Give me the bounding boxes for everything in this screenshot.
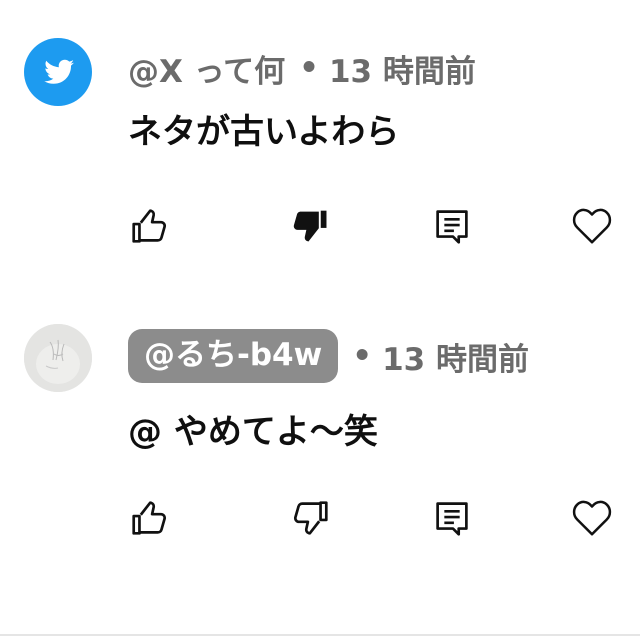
comment-thread: @X って何 • 13 時間前 ネタが古いよわら @るち-b4w • 13 時間… [0,0,640,640]
avatar[interactable] [24,324,92,392]
heart-outline-icon [572,500,612,536]
thumbs-down-filled-icon [293,210,327,242]
reply-button[interactable] [424,198,480,254]
divider [0,634,640,636]
comment-text: @ やめてよ〜笑 [128,412,378,452]
thumbs-down-outline-icon [293,501,328,535]
comment-author-handle[interactable]: @るち-b4w [128,329,339,383]
heart-outline-icon [572,208,612,244]
comment-timestamp[interactable]: 13 時間前 [329,46,476,91]
comment-author-handle[interactable]: @X って何 [128,46,285,91]
meta-separator: • [299,50,319,86]
heart-button[interactable] [564,490,620,546]
comment-actions [0,490,640,546]
comment-meta: @X って何 • 13 時間前 [128,46,476,90]
comment-actions [0,198,640,254]
reply-comment-icon [436,210,468,244]
user-photo-avatar [24,324,92,392]
comment-timestamp[interactable]: 13 時間前 [382,334,529,379]
thumbs-up-outline-icon [132,501,167,535]
avatar[interactable] [24,38,92,106]
reply-button[interactable] [424,490,480,546]
like-button[interactable] [122,490,178,546]
like-button[interactable] [122,198,178,254]
comment-text: ネタが古いよわら [128,112,400,152]
twitter-bird-icon [44,59,74,84]
comment-item: @X って何 • 13 時間前 ネタが古いよわら [0,0,640,300]
thumbs-up-outline-icon [132,209,167,243]
reply-comment-icon [436,502,468,536]
meta-separator: • [352,338,373,374]
dislike-button[interactable] [282,490,338,546]
comment-item: @るち-b4w • 13 時間前 @ やめてよ〜笑 [0,300,640,630]
dislike-button[interactable] [282,198,338,254]
comment-meta: @るち-b4w • 13 時間前 [128,328,529,384]
heart-button[interactable] [564,198,620,254]
